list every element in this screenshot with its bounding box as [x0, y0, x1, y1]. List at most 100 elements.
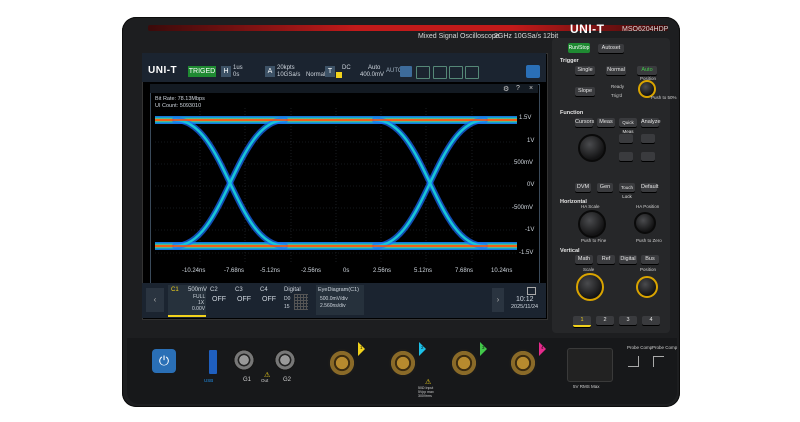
function-button-d[interactable] [641, 152, 655, 161]
x-tick: -10.24ns [182, 268, 206, 274]
h-scale-label: HA Scale [581, 204, 600, 209]
math-button[interactable]: Math [575, 255, 593, 264]
probe-comp-signal-icon[interactable] [653, 356, 664, 367]
digital-button[interactable]: Digital [619, 255, 637, 264]
ch1-button[interactable]: 1 [573, 316, 591, 327]
menu-grid-icon[interactable] [526, 65, 540, 78]
next-arrow-icon[interactable]: › [492, 288, 504, 312]
default-button[interactable]: Default [641, 183, 658, 192]
display-icon[interactable] [449, 66, 463, 79]
vertical-section-label: Vertical [560, 248, 580, 254]
multipurpose-knob[interactable] [578, 134, 606, 162]
ready-label: Ready [611, 84, 625, 89]
save-icon[interactable] [465, 66, 479, 79]
v-scale-label: Scale [583, 267, 595, 272]
probe-comp-label-2: Probe Comp [652, 345, 678, 350]
digital-grid-icon [294, 294, 308, 310]
function-button-c[interactable] [619, 152, 633, 161]
c1-offset: 0.00V [192, 306, 206, 312]
h-offset: 0s [233, 72, 240, 78]
save-status-icon [527, 287, 536, 295]
meas-button[interactable]: Meas [597, 118, 615, 127]
help-icon[interactable]: ? [516, 85, 520, 92]
x-tick: -2.56ns [301, 268, 322, 274]
input-warning-text: 50Ω Input 5Vpp max 300Vrms [418, 386, 434, 398]
ch2-button[interactable]: 2 [596, 316, 614, 325]
ref-button[interactable]: Ref [597, 255, 615, 264]
gen-button[interactable]: Gen [597, 183, 613, 192]
probe-comp-label-1: Probe Comp [627, 345, 653, 350]
measure-icon[interactable] [400, 66, 412, 77]
y-tick: 0V [527, 182, 535, 188]
usb-port[interactable] [209, 350, 217, 374]
x-tick: 7.68ns [455, 268, 474, 274]
dvm-button[interactable]: DVM [575, 183, 591, 192]
ch1-input-connector[interactable] [328, 349, 356, 377]
trigger-icon[interactable]: T [325, 66, 335, 77]
c4-state: OFF [262, 296, 276, 303]
trigger-status-badge[interactable]: TRIGED [188, 66, 216, 77]
function-button-a[interactable] [619, 134, 633, 143]
c4-name[interactable]: C4 [260, 287, 268, 293]
vertical-scale-knob[interactable] [576, 273, 604, 301]
analyze-button[interactable]: Analyze [641, 118, 661, 127]
run-stop-button[interactable]: Run/Stop [568, 43, 590, 53]
ch4-button[interactable]: 4 [642, 316, 660, 325]
digital-label[interactable]: Digital [284, 287, 301, 293]
push-zero-label: Push to Zero [636, 238, 662, 243]
gen1-output-connector[interactable] [233, 349, 255, 371]
y-tick: -1V [525, 227, 535, 233]
digital-probe-port[interactable] [567, 348, 613, 382]
close-icon[interactable]: × [529, 85, 533, 92]
input-warning-icon: ⚠ [425, 379, 432, 386]
power-button[interactable]: ⏻ [152, 349, 176, 373]
acquire-icon[interactable]: A [265, 66, 275, 77]
c3-state: OFF [237, 296, 251, 303]
autoset-button[interactable]: Autoset [598, 44, 624, 53]
grid-icon[interactable] [416, 66, 430, 79]
horizontal-scale-knob[interactable] [578, 210, 606, 238]
ch3-input-connector[interactable] [450, 349, 478, 377]
x-tick: 2.56ns [373, 268, 392, 274]
slope-button[interactable]: Slope [575, 87, 595, 96]
ch2-input-connector[interactable] [389, 349, 417, 377]
normal-button[interactable]: Normal [606, 66, 626, 75]
bus-button[interactable]: Bus [641, 255, 659, 264]
ch3-button[interactable]: 3 [619, 316, 637, 325]
horizontal-icon[interactable]: H [221, 66, 231, 77]
function-section-label: Function [560, 110, 584, 116]
ch2-number: 2 [421, 345, 424, 350]
eye-label: EyeDiagram(C1) [318, 287, 359, 293]
c3-name[interactable]: C3 [235, 287, 243, 293]
cursors-button[interactable]: Cursors [575, 118, 594, 127]
horizontal-position-knob[interactable] [634, 212, 656, 234]
h-timebase: 1us [233, 65, 243, 71]
eye-tdiv: 2.560ns/div [320, 303, 346, 309]
brand-logo: UNI-T [570, 22, 605, 36]
model-number: MSO6204HDP [622, 26, 669, 33]
probe-comp-ground-icon[interactable] [628, 356, 639, 367]
x-tick: 0s [343, 268, 350, 274]
digital-d15: 15 [284, 304, 290, 310]
warning-icon: ⚠ [264, 372, 271, 379]
y-tick: 500mV [514, 160, 534, 166]
push-fine-label: Push to Fine [581, 238, 607, 243]
g1-label: G1 [243, 377, 252, 383]
a-samplerate: 10GSa/s [277, 72, 301, 78]
settings-icon[interactable]: ⚙ [503, 85, 509, 93]
vertical-position-knob[interactable] [636, 276, 658, 298]
quick-meas-button[interactable]: Quick Meas [619, 118, 637, 134]
touch-lock-button[interactable]: Touch Lock [619, 183, 635, 199]
function-button-b[interactable] [641, 134, 655, 143]
x-tick: -5.12ns [260, 268, 281, 274]
g2-label: G2 [283, 377, 292, 383]
waveform-icon[interactable] [433, 66, 447, 79]
single-button[interactable]: Single [575, 66, 595, 75]
gen2-output-connector[interactable] [274, 349, 296, 371]
c2-name[interactable]: C2 [210, 287, 218, 293]
auto-button[interactable]: Auto [637, 66, 657, 75]
digital-d0: D0 [284, 296, 291, 302]
y-tick: -1.5V [519, 250, 534, 256]
prev-arrow-icon[interactable]: ‹ [146, 288, 164, 312]
ch4-input-connector[interactable] [509, 349, 537, 377]
